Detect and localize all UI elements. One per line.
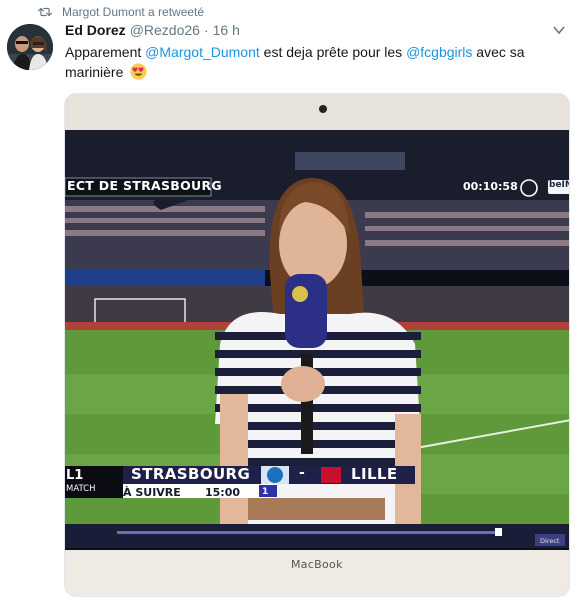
tweet-text-part: Apparement	[65, 44, 146, 60]
next-program-label: À SUIVRE	[123, 486, 181, 499]
heart-eyes-emoji-icon	[130, 63, 147, 80]
photo-image	[65, 94, 569, 596]
player-direct-button: Direct	[540, 537, 560, 545]
tweet-timestamp[interactable]: 16 h	[213, 22, 240, 38]
score-separator: -	[299, 465, 305, 481]
channel-number: 1	[262, 487, 269, 497]
away-team-name: LILLE	[351, 465, 398, 483]
channel-logo: beIN	[549, 180, 569, 190]
tweet-photo[interactable]: ECT DE STRASBOURG 00:10:58 beIN L1 MATCH…	[64, 93, 570, 597]
tweet-text: Apparement @Margot_Dumont est deja prête…	[65, 42, 555, 82]
tweet-header: Ed Dorez @Rezdo26 · 16 h	[65, 22, 240, 38]
author-handle[interactable]: @Rezdo26	[130, 22, 200, 38]
broadcast-location-label: ECT DE STRASBOURG	[67, 178, 222, 193]
avatar[interactable]	[7, 24, 53, 70]
competition-label: L1	[66, 468, 84, 483]
retweet-context: Margot Dumont a retweeté	[38, 4, 204, 20]
mention-link-margot[interactable]: @Margot_Dumont	[145, 44, 260, 60]
broadcast-clock: 00:10:58	[463, 180, 518, 193]
tweet-text-part: est deja prête pour les	[259, 44, 407, 60]
mention-link-fcgbgirls[interactable]: @fcgbgirls	[406, 44, 472, 60]
retweeted-by-label[interactable]: Margot Dumont a retweeté	[62, 5, 204, 19]
laptop-brand-label: MacBook	[291, 558, 343, 571]
chevron-down-icon[interactable]	[553, 25, 565, 35]
separator-dot: ·	[203, 22, 209, 38]
author-display-name[interactable]: Ed Dorez	[65, 22, 126, 38]
home-team-name: STRASBOURG	[131, 465, 251, 483]
competition-sub-label: MATCH	[66, 484, 96, 494]
retweet-icon	[38, 7, 52, 17]
next-program-time: 15:00	[205, 486, 241, 499]
